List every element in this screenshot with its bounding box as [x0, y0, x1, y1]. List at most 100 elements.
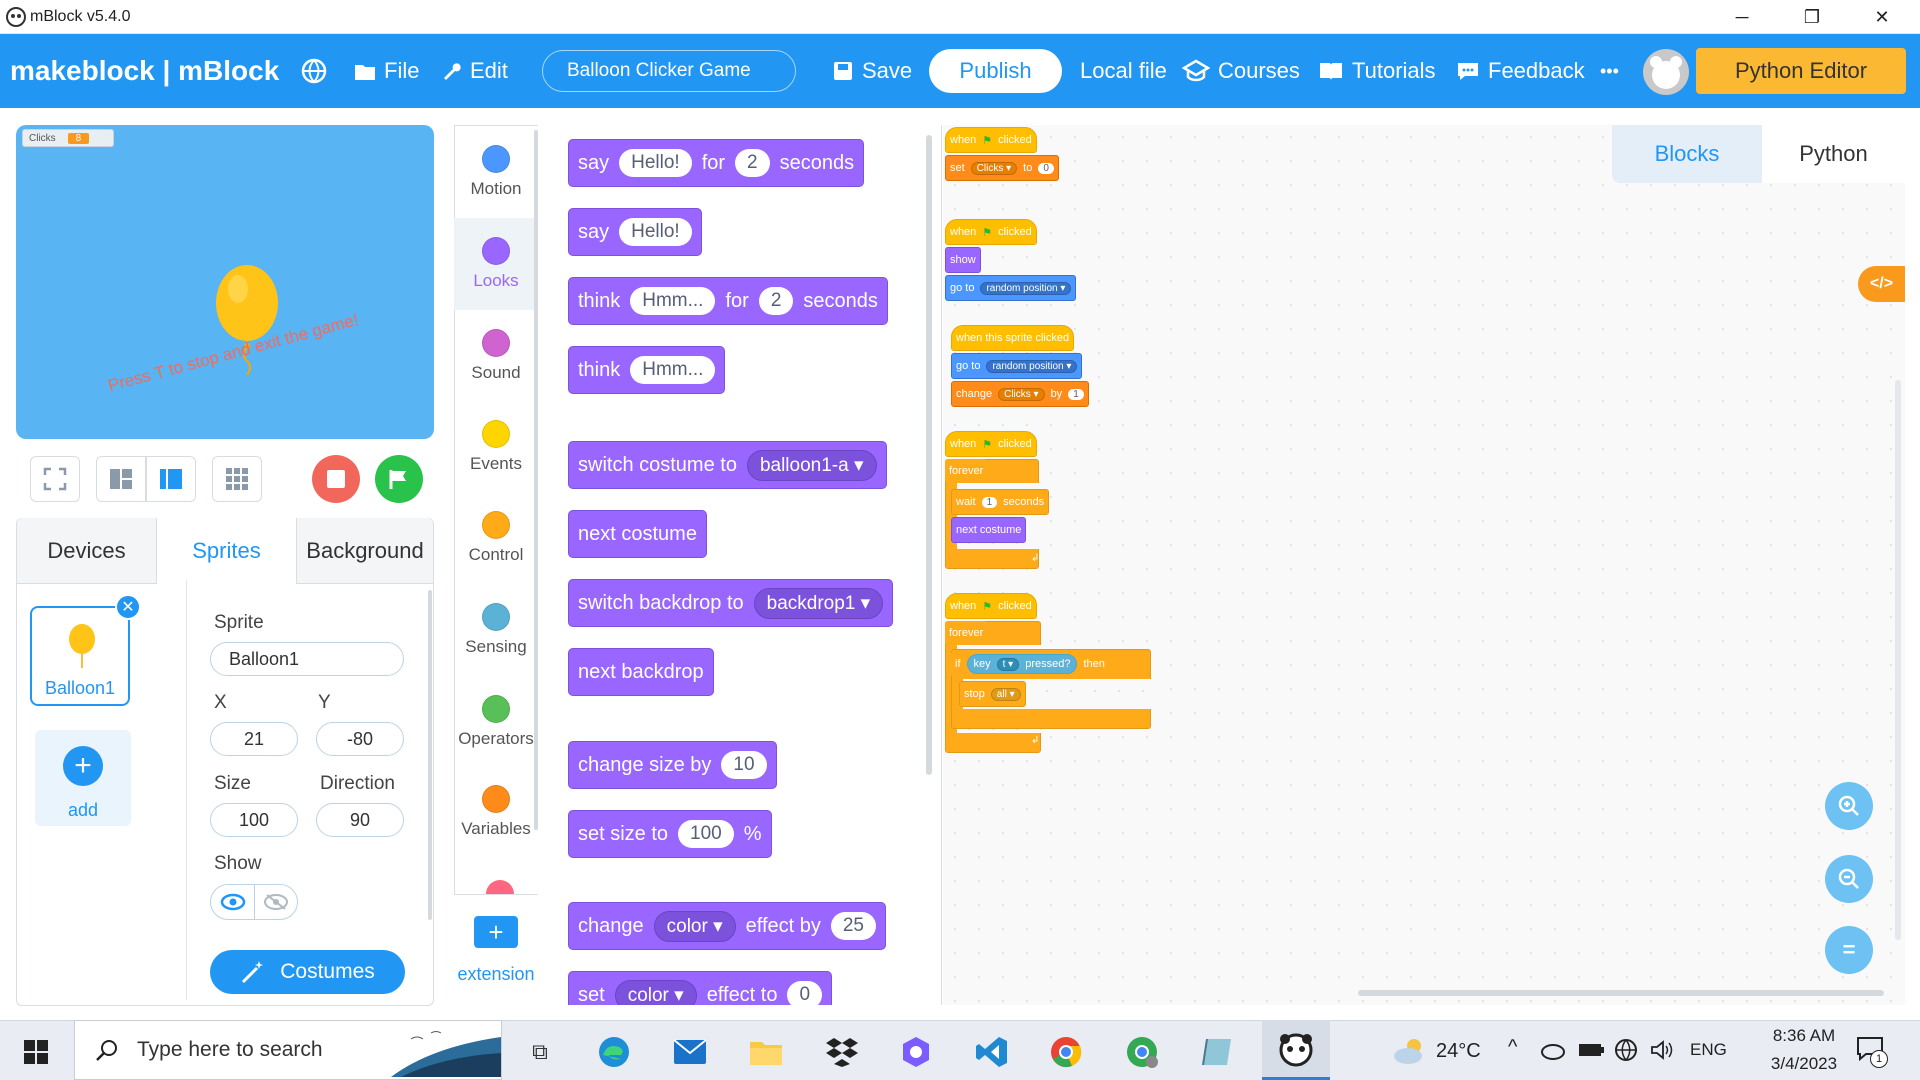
vscode-app[interactable] [974, 1034, 1010, 1070]
hat-when-flag-clicked[interactable]: when ⚑ clicked [945, 127, 1037, 153]
network-globe-icon[interactable] [1614, 1038, 1638, 1067]
sprite-name-input[interactable]: Balloon1 [210, 642, 404, 676]
add-extension-button[interactable]: + [474, 916, 518, 948]
x-input[interactable]: 21 [210, 722, 298, 756]
project-name-input[interactable]: Balloon Clicker Game [542, 50, 796, 92]
task-view-button[interactable]: ⧉ [522, 1034, 558, 1070]
block-dropdown[interactable]: backdrop1 ▾ [753, 587, 884, 619]
battery-icon[interactable] [1578, 1042, 1606, 1063]
restore-button[interactable]: ❐ [1782, 0, 1842, 34]
code-dropdown[interactable]: random position ▾ [980, 281, 1072, 295]
block-stop[interactable]: stop all ▾ [959, 681, 1026, 707]
edge-app[interactable] [596, 1034, 632, 1070]
large-stage-button[interactable] [146, 456, 196, 502]
python-editor-button[interactable]: Python Editor [1696, 48, 1906, 94]
costumes-button[interactable]: Costumes [210, 950, 405, 994]
delete-sprite-button[interactable]: ✕ [115, 594, 141, 620]
file-explorer-app[interactable] [748, 1034, 784, 1070]
block-next-costume[interactable]: next costume [568, 510, 707, 558]
category-sound[interactable]: Sound [454, 310, 538, 402]
weather-widget[interactable] [1392, 1036, 1428, 1071]
notes-app[interactable] [1200, 1034, 1236, 1070]
hat-when-flag-clicked[interactable]: when ⚑ clicked [945, 219, 1037, 245]
chevron-up-icon[interactable]: ^ [1508, 1036, 1517, 1059]
language-button[interactable] [300, 34, 328, 108]
chrome-profile-app[interactable] [1124, 1034, 1160, 1070]
fullscreen-button[interactable] [30, 456, 80, 502]
tab-sprites[interactable]: Sprites [157, 518, 297, 584]
hat-when-flag-clicked[interactable]: when ⚑ clicked [945, 431, 1037, 457]
local-file-button[interactable]: Local file [1080, 34, 1167, 108]
tab-python[interactable]: Python [1762, 125, 1905, 183]
feedback-button[interactable]: Feedback [1456, 34, 1585, 108]
code-input[interactable]: 0 [1038, 162, 1054, 174]
clock-time[interactable]: 8:36 AM [1752, 1026, 1856, 1046]
publish-button[interactable]: Publish [929, 49, 1062, 93]
code-workspace[interactable]: when ⚑ clicked set Clicks ▾ to 0 when ⚑ clicked… [943, 125, 1905, 1005]
category-control[interactable]: Control [454, 492, 538, 584]
clock-date[interactable]: 3/4/2023 [1752, 1054, 1856, 1074]
dropbox-app[interactable] [824, 1034, 860, 1070]
small-stage-button[interactable] [96, 456, 146, 502]
block-switch-costume[interactable]: switch costume to balloon1-a ▾ [568, 441, 887, 489]
category-scrollbar[interactable] [534, 130, 538, 830]
code-dropdown[interactable]: Clicks ▾ [998, 387, 1045, 401]
zoom-reset-button[interactable]: = [1825, 926, 1873, 974]
stop-button[interactable] [312, 455, 360, 503]
palette-scrollbar[interactable] [926, 135, 932, 775]
user-avatar[interactable] [1643, 49, 1689, 95]
language-indicator[interactable]: ENG [1690, 1040, 1727, 1060]
block-change-effect[interactable]: change color ▾ effect by 25 [568, 902, 886, 950]
mblock-taskbar-app[interactable] [1262, 1020, 1330, 1080]
block-wait[interactable]: wait 1 seconds [951, 489, 1050, 515]
sprite-thumbnail-balloon1[interactable]: Balloon1 [30, 606, 130, 706]
close-button[interactable]: ✕ [1852, 0, 1912, 34]
tutorials-button[interactable]: Tutorials [1318, 34, 1436, 108]
code-dropdown[interactable]: random position ▾ [986, 359, 1078, 373]
block-set-variable[interactable]: set Clicks ▾ to 0 [945, 155, 1059, 181]
block-input[interactable]: 0 [787, 981, 823, 1005]
category-looks[interactable]: Looks [454, 218, 538, 310]
windows-start-button[interactable] [18, 1034, 54, 1070]
tab-devices[interactable]: Devices [17, 518, 157, 584]
code-input[interactable]: 1 [981, 496, 998, 508]
onedrive-icon[interactable] [1540, 1040, 1566, 1065]
block-input[interactable]: Hmm... [630, 356, 716, 384]
grid-view-button[interactable] [212, 456, 262, 502]
code-dropdown[interactable]: all ▾ [990, 687, 1021, 701]
save-button[interactable]: Save [832, 34, 912, 108]
zoom-out-button[interactable] [1825, 855, 1873, 903]
show-visible-button[interactable] [211, 885, 254, 919]
block-think-for-secs[interactable]: think Hmm... for 2 seconds [568, 277, 888, 325]
tab-background[interactable]: Background [297, 518, 433, 584]
block-input[interactable]: Hello! [619, 218, 692, 246]
block-change-size[interactable]: change size by 10 [568, 741, 777, 789]
code-h-scrollbar[interactable] [1358, 990, 1884, 996]
code-v-scrollbar[interactable] [1895, 380, 1901, 940]
block-input[interactable]: 10 [721, 751, 767, 779]
block-input[interactable]: 2 [758, 287, 794, 315]
extension-label[interactable]: extension [454, 964, 538, 985]
block-dropdown[interactable]: color ▾ [653, 910, 736, 942]
block-input[interactable]: 100 [678, 820, 734, 848]
green-flag-button[interactable] [375, 455, 423, 503]
code-dropdown[interactable]: t ▾ [996, 657, 1020, 671]
block-next-costume[interactable]: next costume [951, 517, 1027, 543]
stage[interactable]: Clicks 8 Press T to stop and exit the ga… [16, 125, 434, 439]
chrome-app[interactable] [1048, 1034, 1084, 1070]
block-next-backdrop[interactable]: next backdrop [568, 648, 714, 696]
block-say[interactable]: say Hello! [568, 208, 702, 256]
notification-center-button[interactable]: 1 [1856, 1036, 1892, 1070]
block-say-for-secs[interactable]: say Hello! for 2 seconds [568, 139, 865, 187]
block-dropdown[interactable]: balloon1-a ▾ [746, 449, 877, 481]
speaker-icon[interactable] [1650, 1040, 1674, 1065]
code-toggle-button[interactable]: </> [1858, 266, 1905, 302]
category-sensing[interactable]: Sensing [454, 584, 538, 676]
category-variables[interactable]: Variables [454, 766, 538, 858]
block-go-to[interactable]: go to random position ▾ [945, 275, 1077, 301]
zoom-in-button[interactable] [1825, 782, 1873, 830]
file-menu[interactable]: File [354, 34, 419, 108]
add-sprite-button[interactable]: + add [35, 730, 131, 826]
sensing-key-pressed[interactable]: key t ▾ pressed? [966, 654, 1078, 674]
direction-input[interactable]: 90 [316, 803, 404, 837]
